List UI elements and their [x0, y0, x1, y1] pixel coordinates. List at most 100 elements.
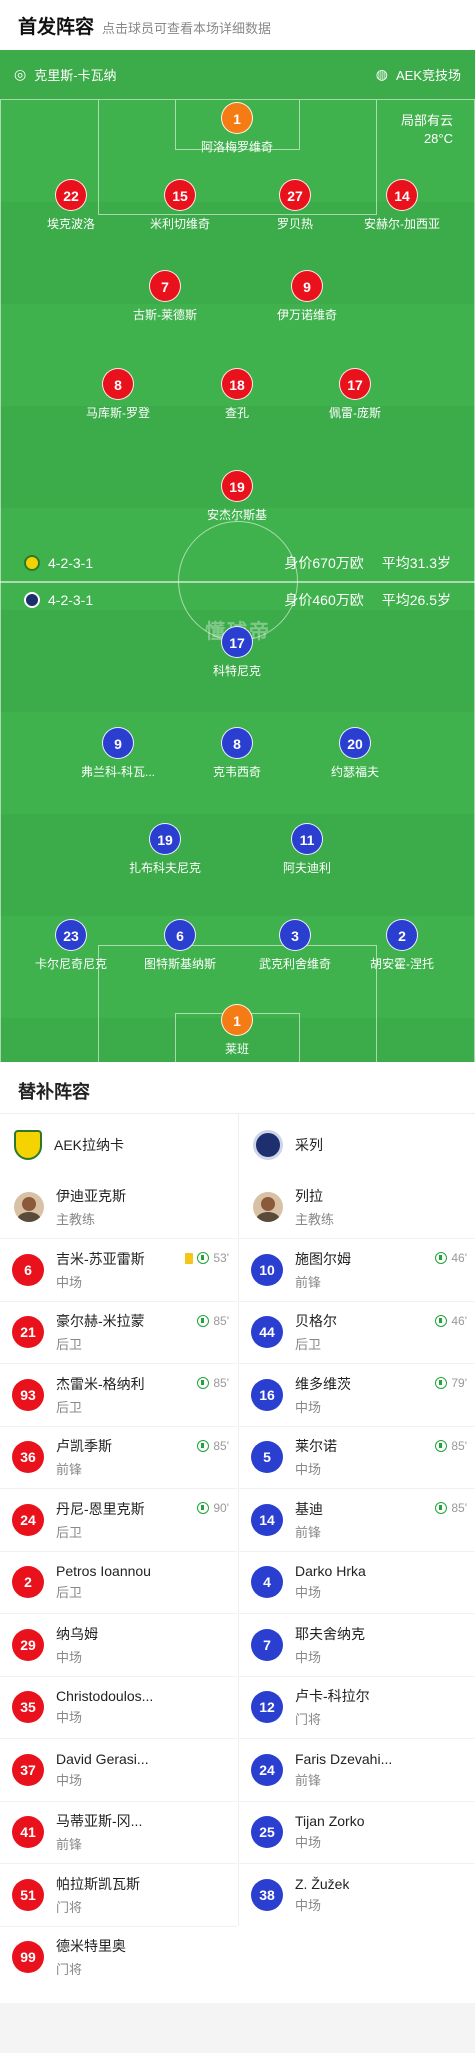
- home-stadium-icon: ◎: [14, 66, 27, 82]
- bench-player-number: 4: [251, 1566, 283, 1599]
- away-player[interactable]: 6 图特斯基纳斯: [120, 919, 240, 972]
- away-player[interactable]: 11 阿夫迪利: [247, 823, 367, 876]
- player-number: 1: [221, 1004, 253, 1036]
- bench-player-row[interactable]: 2 Petros Ioannou 后卫: [0, 1550, 237, 1614]
- player-number: 9: [102, 727, 134, 759]
- home-player[interactable]: 19 安杰尔斯基: [177, 470, 297, 523]
- away-value: 身价460万欧: [284, 592, 364, 608]
- away-player[interactable]: 17 科特尼克: [177, 626, 297, 679]
- away-player[interactable]: 2 胡安霍-涅托: [342, 919, 462, 972]
- away-bench-team[interactable]: 采列: [239, 1114, 475, 1176]
- bench-player-position: 前锋: [56, 1837, 83, 1853]
- bench-player-row[interactable]: 36 卢凯季斯 前锋 85': [0, 1425, 237, 1489]
- away-player[interactable]: 8 克韦西奇: [177, 727, 297, 780]
- sub-on-minute: 53': [213, 1251, 229, 1265]
- bench-player-name: Darko Hrka: [295, 1563, 366, 1580]
- home-bench: AEK拉纳卡 伊迪亚克斯 主教练 6 吉米-苏亚雷斯 中场 53' 21 豪尔赫-米拉蒙后…: [0, 1114, 237, 1988]
- home-player[interactable]: 8 马库斯-罗登: [58, 368, 178, 421]
- bench-player-name: 卢凯季斯: [56, 1438, 112, 1455]
- bench-player-position: 门将: [56, 1962, 83, 1978]
- bench-player-row[interactable]: 6 吉米-苏亚雷斯 中场 53': [0, 1238, 237, 1301]
- bench-player-row[interactable]: 29 纳乌姆 中场: [0, 1613, 237, 1676]
- home-player[interactable]: 18 查孔: [177, 368, 297, 421]
- sub-on-event: 90': [197, 1501, 229, 1515]
- bench-player-row[interactable]: 24 丹尼-恩里克斯 后卫 90': [0, 1488, 237, 1551]
- home-player[interactable]: 9 伊万诺维奇: [247, 270, 367, 323]
- bench-player-row[interactable]: 37 David Gerasi... 中场: [0, 1738, 237, 1801]
- bench-player-row[interactable]: 4 Darko Hrka 中场: [239, 1550, 475, 1614]
- sub-on-icon: [435, 1252, 448, 1264]
- bench-player-position: 前锋: [56, 1462, 83, 1478]
- celje-crest-icon: [24, 592, 40, 608]
- away-player[interactable]: 23 卡尔尼奇尼克: [11, 919, 131, 972]
- footer-spacer: [0, 2003, 475, 2053]
- bench-player-row[interactable]: 10 施图尔姆 前锋 46': [239, 1238, 475, 1301]
- home-bench-team[interactable]: AEK拉纳卡: [0, 1114, 237, 1176]
- sub-on-icon: [435, 1502, 448, 1514]
- bench-player-row[interactable]: 25 Tijan Zorko 中场: [239, 1800, 475, 1864]
- home-coach[interactable]: 伊迪亚克斯 主教练: [0, 1176, 237, 1238]
- bench-player-row[interactable]: 7 耶夫舍纳克 中场: [239, 1613, 475, 1676]
- bench-player-row[interactable]: 21 豪尔赫-米拉蒙 后卫 85': [0, 1300, 237, 1364]
- home-player[interactable]: 27 罗贝热: [235, 179, 355, 232]
- bench-player-number: 41: [12, 1816, 44, 1849]
- stadium-icon: ◍: [375, 66, 388, 82]
- away-player[interactable]: 20 约瑟福夫: [295, 727, 415, 780]
- bench-player-row[interactable]: 16 维多维茨 中场 79': [239, 1363, 475, 1426]
- teams-bar: ◎ 克里斯-卡瓦纳 ◍ AEK竞技场: [0, 50, 475, 100]
- bench-player-position: 中场: [295, 1585, 322, 1601]
- player-number: 2: [386, 919, 418, 951]
- home-player[interactable]: 1 阿洛梅罗维奇: [177, 102, 297, 155]
- player-number: 17: [221, 626, 253, 658]
- home-player[interactable]: 17 佩雷-庞斯: [295, 368, 415, 421]
- player-number: 19: [149, 823, 181, 855]
- away-coach[interactable]: 列拉 主教练: [239, 1176, 475, 1238]
- home-player[interactable]: 15 米利切维奇: [120, 179, 240, 232]
- bench-player-row[interactable]: 24 Faris Dzevahi... 前锋: [239, 1738, 475, 1801]
- bench-player-row[interactable]: 51 帕拉斯凯瓦斯 门将: [0, 1863, 237, 1926]
- bench-player-number: 2: [12, 1566, 44, 1599]
- player-name: 阿夫迪利: [282, 861, 331, 875]
- away-formation-row: 4-2-3-1 身价460万欧 平均26.5岁: [0, 582, 475, 618]
- coach-avatar: [253, 1192, 283, 1222]
- away-player[interactable]: 19 扎布科夫尼克: [105, 823, 225, 876]
- away-coach-name: 列拉: [295, 1188, 323, 1204]
- bench-player-row[interactable]: 35 Christodoulos... 中场: [0, 1675, 237, 1739]
- sub-on-event: 85': [435, 1501, 467, 1515]
- stadium-name: AEK竞技场: [395, 68, 461, 83]
- bench-player-row[interactable]: 99 德米特里奥 门将: [0, 1925, 237, 1989]
- home-player[interactable]: 22 埃克波洛: [11, 179, 131, 232]
- player-number: 8: [102, 368, 134, 400]
- away-player[interactable]: 9 弗兰科-科瓦...: [58, 727, 178, 780]
- player-number: 9: [291, 270, 323, 302]
- player-number: 27: [279, 179, 311, 211]
- bench-player-number: 24: [251, 1753, 283, 1786]
- bench-player-position: 中场: [56, 1710, 83, 1726]
- bench-player-row[interactable]: 93 杰雷米-格纳利 后卫 85': [0, 1363, 237, 1426]
- bench-player-name: 杰雷米-格纳利: [56, 1375, 145, 1392]
- bench-player-number: 7: [251, 1628, 283, 1661]
- bench-player-number: 93: [12, 1378, 44, 1411]
- bench-player-number: 35: [12, 1691, 44, 1724]
- sub-on-icon: [197, 1439, 210, 1452]
- away-player[interactable]: 1 莱班: [177, 1004, 297, 1057]
- bench-player-position: 中场: [56, 1772, 83, 1788]
- bench-player-number: 24: [12, 1503, 44, 1536]
- bench-player-row[interactable]: 14 基迪 前锋 85': [239, 1488, 475, 1551]
- bench-player-row[interactable]: 44 贝格尔 后卫 46': [239, 1300, 475, 1364]
- home-player[interactable]: 14 安赫尔-加西亚: [342, 179, 462, 232]
- bench-player-row[interactable]: 5 莱尔诺 中场 85': [239, 1425, 475, 1489]
- player-name: 伊万诺维奇: [276, 308, 337, 322]
- yellow-card-icon: [185, 1252, 194, 1264]
- home-coach-role: 主教练: [56, 1212, 96, 1227]
- bench-player-row[interactable]: 38 Z. Žužek 中场: [239, 1863, 475, 1926]
- home-player[interactable]: 7 古斯-莱德斯: [105, 270, 225, 323]
- bench-player-row[interactable]: 41 马蒂亚斯-冈... 前锋: [0, 1800, 237, 1864]
- bench-player-position: 后卫: [56, 1337, 83, 1353]
- bench-player-row[interactable]: 12 卢卡-科拉尔 门将: [239, 1675, 475, 1739]
- away-age: 平均26.5岁: [381, 592, 451, 608]
- sub-on-icon: [197, 1377, 210, 1389]
- away-player[interactable]: 3 武克利舍维奇: [235, 919, 355, 972]
- bench-player-number: 38: [251, 1878, 283, 1911]
- celje-logo-icon: [253, 1130, 283, 1160]
